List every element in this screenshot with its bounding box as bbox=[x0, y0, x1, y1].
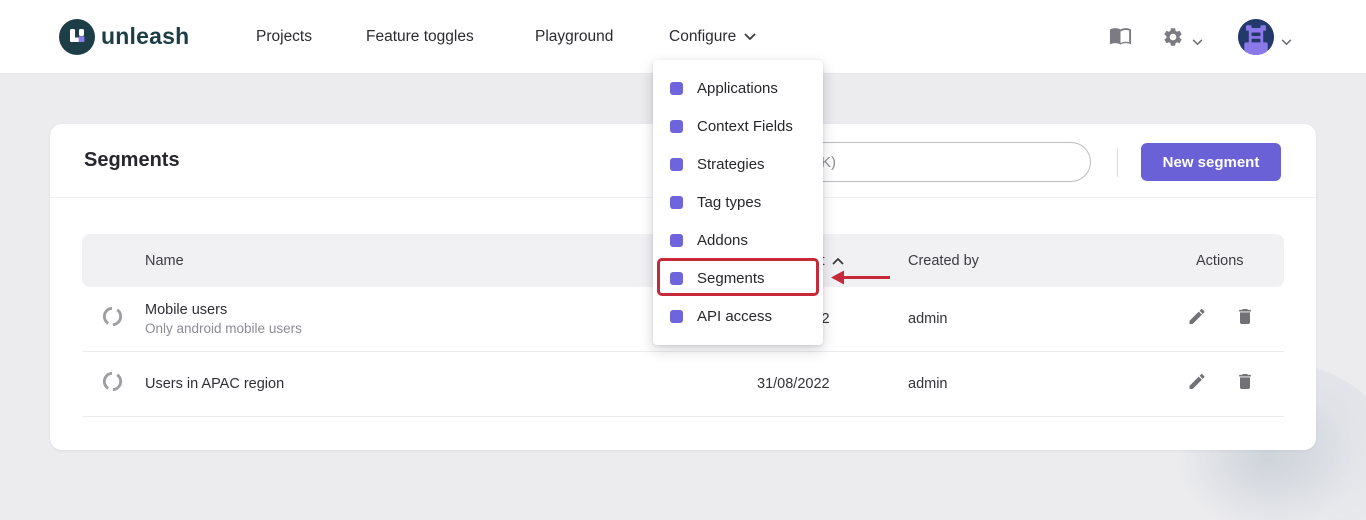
menu-item-label: Context Fields bbox=[697, 118, 793, 135]
nav-projects[interactable]: Projects bbox=[256, 28, 312, 46]
nav-configure[interactable]: Configure bbox=[669, 28, 756, 46]
menu-item-addons[interactable]: Addons bbox=[653, 221, 823, 259]
menu-bullet-icon bbox=[670, 82, 683, 95]
table-row: Users in APAC region 31/08/2022 admin bbox=[82, 352, 1284, 417]
edit-pencil-icon[interactable] bbox=[1187, 372, 1207, 397]
menu-item-label: Applications bbox=[697, 80, 778, 97]
nav-feature-toggles-label: Feature toggles bbox=[366, 28, 474, 46]
menu-bullet-icon bbox=[670, 120, 683, 133]
menu-bullet-icon bbox=[670, 234, 683, 247]
menu-item-label: Tag types bbox=[697, 194, 761, 211]
segment-donut-icon bbox=[101, 305, 124, 333]
created-by-cell: admin bbox=[908, 311, 948, 327]
unleash-logo-icon[interactable] bbox=[59, 19, 95, 55]
menu-bullet-icon bbox=[670, 310, 683, 323]
menu-bullet-icon bbox=[670, 196, 683, 209]
segment-name: Mobile users bbox=[145, 302, 302, 318]
menu-item-context-fields[interactable]: Context Fields bbox=[653, 107, 823, 145]
column-header-created-by: Created by bbox=[908, 234, 979, 287]
settings-chevron-down-icon[interactable] bbox=[1192, 33, 1203, 51]
segment-name: Users in APAC region bbox=[145, 376, 284, 392]
menu-item-label: API access bbox=[697, 308, 772, 325]
nav-playground[interactable]: Playground bbox=[535, 28, 613, 46]
nav-projects-label: Projects bbox=[256, 28, 312, 46]
sort-ascending-icon bbox=[832, 257, 844, 265]
segment-name-cell: Mobile users Only android mobile users bbox=[145, 302, 302, 336]
settings-gear-icon[interactable] bbox=[1162, 26, 1184, 53]
documentation-book-icon[interactable] bbox=[1109, 27, 1132, 52]
column-header-name: Name bbox=[145, 234, 184, 287]
avatar-chevron-down-icon[interactable] bbox=[1281, 33, 1292, 51]
page-title: Segments bbox=[84, 149, 180, 172]
user-avatar[interactable] bbox=[1238, 19, 1274, 55]
menu-bullet-icon bbox=[670, 158, 683, 171]
nav-configure-label: Configure bbox=[669, 28, 736, 46]
nav-playground-label: Playground bbox=[535, 28, 613, 46]
menu-item-applications[interactable]: Applications bbox=[653, 69, 823, 107]
menu-item-label: Addons bbox=[697, 232, 748, 249]
menu-item-segments[interactable]: Segments bbox=[653, 259, 823, 297]
edit-pencil-icon[interactable] bbox=[1187, 307, 1207, 332]
segment-description: Only android mobile users bbox=[145, 321, 302, 336]
brand-name: unleash bbox=[101, 23, 189, 50]
chevron-down-icon bbox=[744, 33, 756, 41]
created-at-cell: 31/08/2022 bbox=[757, 376, 830, 392]
created-by-cell: admin bbox=[908, 376, 948, 392]
menu-item-tag-types[interactable]: Tag types bbox=[653, 183, 823, 221]
column-header-actions: Actions bbox=[1196, 234, 1244, 287]
configure-dropdown-menu: Applications Context Fields Strategies T… bbox=[653, 60, 823, 345]
delete-trash-icon[interactable] bbox=[1235, 372, 1255, 397]
delete-trash-icon[interactable] bbox=[1235, 307, 1255, 332]
nav-feature-toggles[interactable]: Feature toggles bbox=[366, 28, 474, 46]
vertical-divider bbox=[1117, 148, 1118, 177]
segment-name-cell: Users in APAC region bbox=[145, 376, 284, 392]
new-segment-button[interactable]: New segment bbox=[1141, 143, 1281, 181]
menu-item-label: Segments bbox=[697, 270, 765, 287]
menu-item-api-access[interactable]: API access bbox=[653, 297, 823, 335]
menu-item-label: Strategies bbox=[697, 156, 765, 173]
menu-item-strategies[interactable]: Strategies bbox=[653, 145, 823, 183]
segment-donut-icon bbox=[101, 370, 124, 398]
menu-bullet-icon bbox=[670, 272, 683, 285]
